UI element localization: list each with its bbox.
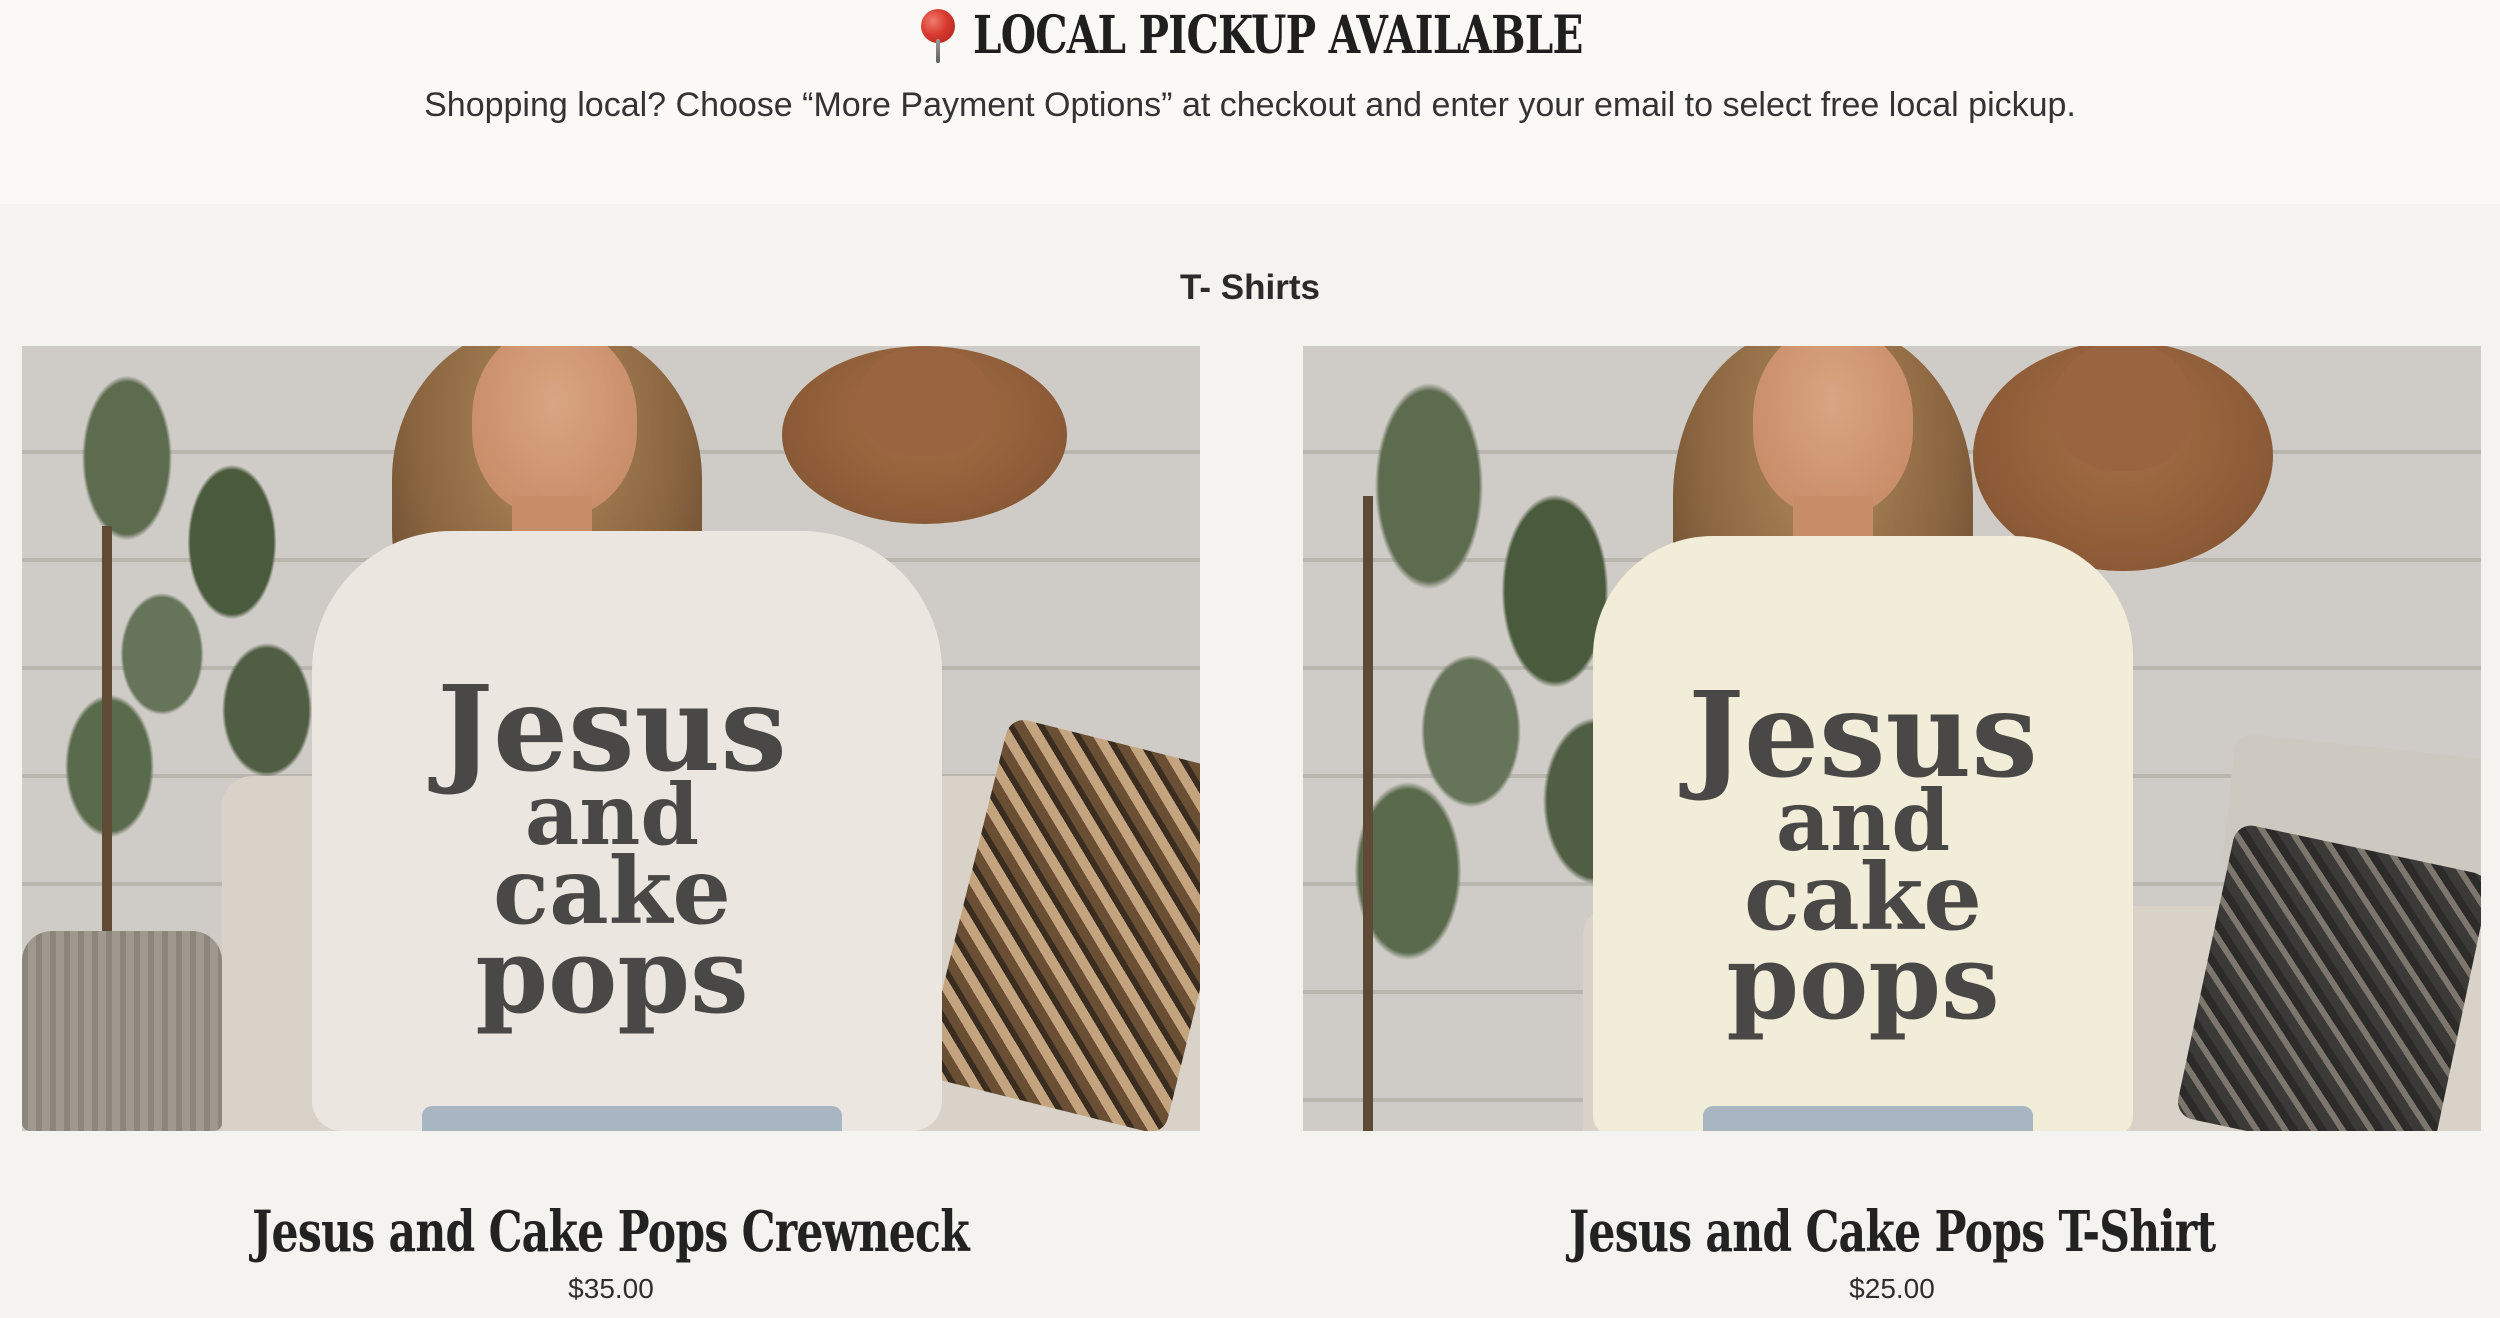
banner-subtext: Shopping local? Choose “More Payment Opt… <box>424 86 2076 124</box>
product-title-crewneck[interactable]: Jesus and Cake Pops Crewneck <box>22 1199 1200 1265</box>
product-card-tshirt[interactable]: Jesus and cake pops Jesus and Cake Pops … <box>1303 346 2481 1305</box>
banner-headline-text: LOCAL PICKUP AVAILABLE <box>973 4 1583 66</box>
model-tshirt: Jesus and cake pops <box>1533 346 2233 1131</box>
product-title-tshirt[interactable]: Jesus and Cake Pops T-Shirt <box>1303 1199 2481 1265</box>
model-crewneck: Jesus and cake pops <box>312 346 992 1131</box>
shirt-print: Jesus and cake pops <box>1688 665 2038 1043</box>
round-pushpin-icon <box>917 7 957 63</box>
shirt-print: Jesus and cake pops <box>437 659 787 1037</box>
local-pickup-banner: LOCAL PICKUP AVAILABLE Shopping local? C… <box>0 0 2500 204</box>
product-price-tshirt: $25.00 <box>1849 1273 1935 1304</box>
product-card-crewneck[interactable]: Jesus and cake pops Jesus and Cake Pops … <box>22 346 1200 1305</box>
banner-headline: LOCAL PICKUP AVAILABLE <box>0 2 2500 68</box>
plant-pot <box>22 931 222 1131</box>
product-image-tshirt[interactable]: Jesus and cake pops <box>1303 346 2481 1131</box>
collection-title: T- Shirts <box>1179 268 1321 307</box>
product-price-crewneck: $35.00 <box>568 1273 654 1304</box>
product-image-crewneck[interactable]: Jesus and cake pops <box>22 346 1200 1131</box>
